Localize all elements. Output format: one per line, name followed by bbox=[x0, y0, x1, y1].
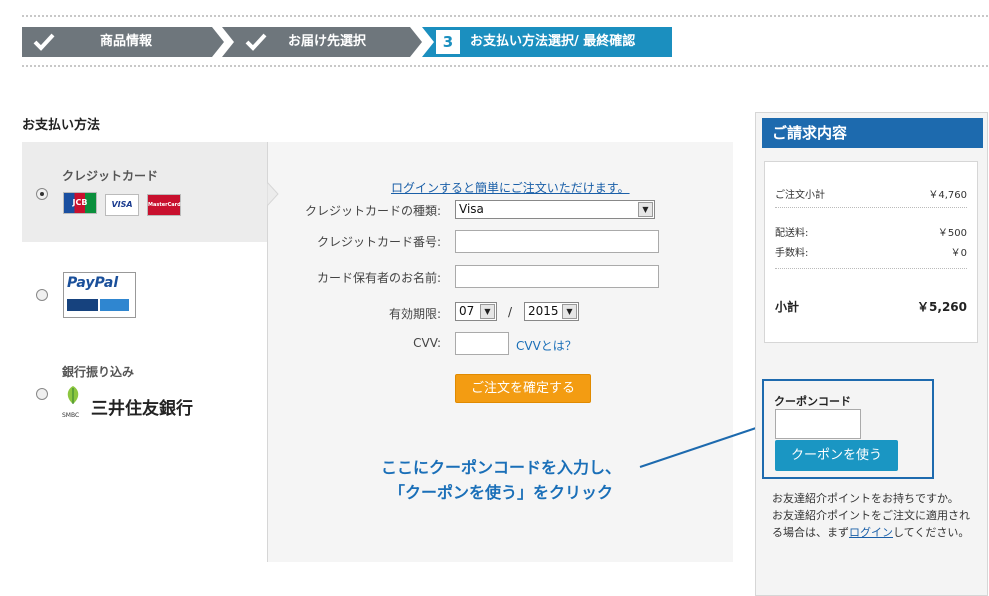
bill-fee-row: 手数料: ￥0 bbox=[775, 248, 967, 259]
smbc-leaf-icon bbox=[67, 386, 79, 404]
method-paypal[interactable]: PayPal bbox=[22, 262, 267, 332]
step-label: お届け先選択 bbox=[288, 34, 367, 49]
bill-separator bbox=[775, 268, 967, 269]
checkmark-icon bbox=[245, 33, 267, 51]
billing-sidebar: ご請求内容 ご注文小計 ￥4,760 配送料: ￥500 手数料: ￥0 小計 … bbox=[755, 112, 988, 596]
bill-subtotal-row: ご注文小計 ￥4,760 bbox=[775, 190, 967, 201]
payment-section-title: お支払い方法 bbox=[22, 118, 101, 133]
coupon-label: クーポンコード bbox=[774, 395, 851, 408]
top-divider bbox=[22, 15, 988, 17]
confirm-order-button[interactable]: ご注文を確定する bbox=[455, 374, 591, 403]
expiry-year-select[interactable]: 2015 ▼ bbox=[524, 302, 579, 321]
step-number: 3 bbox=[436, 30, 460, 54]
coupon-code-input[interactable] bbox=[775, 409, 861, 439]
jcb-logo: JCB bbox=[63, 192, 97, 214]
referral-login-link[interactable]: ログイン bbox=[849, 526, 893, 539]
coupon-instruction-callout: ここにクーポンコードを入力し、 「クーポンを使う」をクリック bbox=[362, 455, 640, 505]
callout-line-1: ここにクーポンコードを入力し、 bbox=[380, 458, 621, 477]
cvv-input[interactable] bbox=[455, 332, 509, 355]
referral-note: お友達紹介ポイントをお持ちですか。 お友達紹介ポイントをご注文に適用される場合は… bbox=[772, 490, 977, 541]
callout-line-2: 「クーポンを使う」をクリック bbox=[388, 483, 613, 502]
dropdown-arrow-icon: ▼ bbox=[480, 304, 495, 319]
card-number-label: クレジットカード番号: bbox=[316, 235, 441, 249]
smbc-logo: 三井住友銀行 bbox=[91, 399, 193, 419]
step-product-info: 商品情報 bbox=[22, 27, 212, 57]
expiry-separator: / bbox=[508, 305, 513, 319]
radio-paypal[interactable] bbox=[36, 289, 48, 301]
card-number-input[interactable] bbox=[455, 230, 659, 253]
cvv-help-link[interactable]: CVVとは？ bbox=[516, 337, 577, 354]
radio-bank-transfer[interactable] bbox=[36, 388, 48, 400]
card-type-select[interactable]: Visa ▼ bbox=[455, 200, 655, 219]
method-label: 銀行振り込み bbox=[62, 365, 135, 379]
expiry-label: 有効期限: bbox=[388, 307, 441, 321]
visa-logo: VISA bbox=[105, 194, 139, 216]
smbc-sub-label: SMBC bbox=[62, 412, 80, 419]
coupon-section: クーポンコード クーポンを使う bbox=[762, 379, 934, 479]
radio-credit-card[interactable] bbox=[36, 188, 48, 200]
bill-total-row: 小計 ￥5,260 bbox=[775, 300, 967, 314]
dropdown-arrow-icon: ▼ bbox=[638, 202, 653, 217]
expiry-month-select[interactable]: 07 ▼ bbox=[455, 302, 497, 321]
bill-summary: ご注文小計 ￥4,760 配送料: ￥500 手数料: ￥0 小計 ￥5,260 bbox=[764, 161, 978, 343]
panel-pointer bbox=[267, 182, 279, 206]
card-holder-input[interactable] bbox=[455, 265, 659, 288]
method-label: クレジットカード bbox=[62, 169, 159, 183]
step-label: お支払い方法選択/ 最終確認 bbox=[470, 34, 636, 49]
mastercard-logo: MasterCard bbox=[147, 194, 181, 216]
login-link[interactable]: ログインすると簡単にご注文いただけます。 bbox=[391, 179, 630, 196]
card-type-label: クレジットカードの種類: bbox=[304, 204, 441, 218]
card-holder-label: カード保有者のお名前: bbox=[316, 271, 441, 285]
step-payment-confirm: 3 お支払い方法選択/ 最終確認 bbox=[430, 27, 672, 57]
apply-coupon-button[interactable]: クーポンを使う bbox=[775, 440, 898, 471]
billing-title: ご請求内容 bbox=[762, 118, 983, 148]
payment-method-list: クレジットカード JCB VISA MasterCard PayPal 銀行振り… bbox=[22, 142, 267, 562]
cvv-label: CVV: bbox=[413, 336, 441, 350]
paypal-logo: PayPal bbox=[63, 272, 136, 318]
referral-instruction: お友達紹介ポイントをご注文に適用される場合は、まずログインしてください。 bbox=[772, 509, 970, 539]
referral-question: お友達紹介ポイントをお持ちですか。 bbox=[772, 492, 959, 505]
steps-divider bbox=[22, 65, 988, 67]
method-bank-transfer[interactable]: 銀行振り込み SMBC 三井住友銀行 bbox=[22, 354, 267, 434]
bill-shipping-row: 配送料: ￥500 bbox=[775, 228, 967, 239]
step-label: 商品情報 bbox=[100, 34, 153, 49]
bill-separator bbox=[775, 207, 967, 208]
checkmark-icon bbox=[33, 33, 55, 51]
step-delivery: お届け先選択 bbox=[234, 27, 412, 57]
dropdown-arrow-icon: ▼ bbox=[562, 304, 577, 319]
method-credit-card[interactable]: クレジットカード JCB VISA MasterCard bbox=[22, 142, 267, 242]
